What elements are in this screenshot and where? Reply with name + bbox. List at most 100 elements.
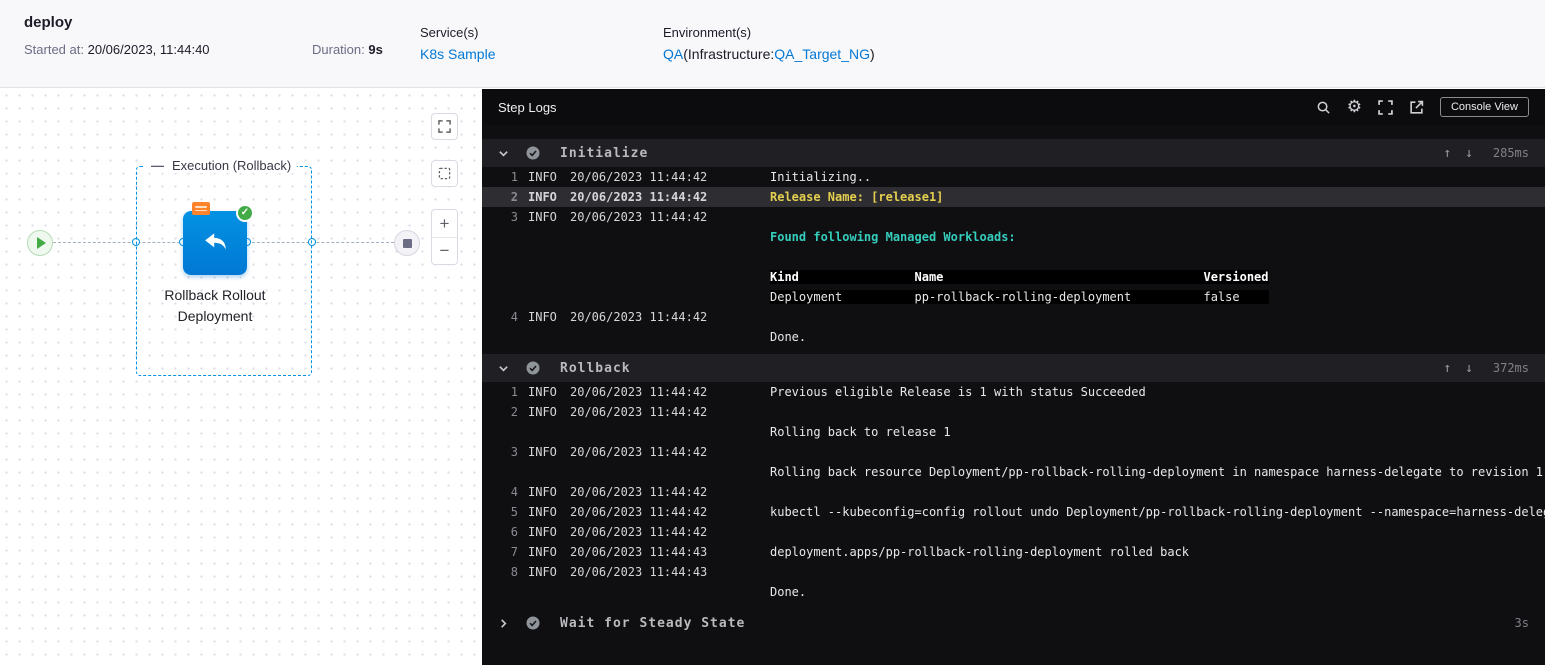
duration-value: 9s xyxy=(368,42,383,57)
log-timestamp: 20/06/2023 11:44:42 xyxy=(570,170,708,184)
log-line: Rolling back to release 1 xyxy=(482,422,1545,442)
log-line: Done. xyxy=(482,327,1545,347)
section-duration: 3s xyxy=(1514,616,1529,630)
log-level: INFO xyxy=(528,445,557,459)
scroll-to-top-icon[interactable]: ↑ xyxy=(1443,146,1451,161)
chevron-down-icon[interactable] xyxy=(498,363,512,374)
zoom-controls: + − xyxy=(431,209,458,265)
collapse-group-icon[interactable]: — xyxy=(151,158,164,173)
settings-gear-icon[interactable]: ⚙ xyxy=(1347,97,1362,117)
console-title: Step Logs xyxy=(498,99,557,115)
log-level: INFO xyxy=(528,310,557,324)
fit-to-screen-button[interactable] xyxy=(431,113,458,140)
log-line: 7 INFO 20/06/2023 11:44:43 deployment.apps/… xyxy=(482,542,1545,562)
log-line: 8 INFO 20/06/2023 11:44:43 xyxy=(482,562,1545,582)
open-in-new-icon[interactable] xyxy=(1409,100,1424,115)
search-icon[interactable] xyxy=(1316,100,1331,115)
log-level: INFO xyxy=(528,210,557,224)
zoom-out-button[interactable]: − xyxy=(432,237,457,264)
scroll-to-top-icon[interactable]: ↑ xyxy=(1443,361,1451,376)
log-timestamp: 20/06/2023 11:44:42 xyxy=(570,485,708,499)
log-timestamp: 20/06/2023 11:44:42 xyxy=(570,385,708,399)
pipeline-start-node[interactable] xyxy=(27,230,53,256)
success-check-icon xyxy=(526,146,540,160)
line-number: 2 xyxy=(510,405,518,419)
log-timestamp: 20/06/2023 11:44:42 xyxy=(570,505,708,519)
log-timestamp: 20/06/2023 11:44:43 xyxy=(570,545,708,559)
log-message: Done. xyxy=(770,330,807,344)
log-message: Found following Managed Workloads: xyxy=(770,230,1016,244)
fullscreen-icon[interactable] xyxy=(1378,99,1393,115)
log-timestamp: 20/06/2023 11:44:42 xyxy=(570,210,708,224)
step-success-badge: ✓ xyxy=(236,204,254,222)
log-section-header-wait-for-steady-state[interactable]: Wait for Steady State 3s xyxy=(482,609,1545,637)
line-number: 5 xyxy=(510,505,518,519)
service-link[interactable]: K8s Sample xyxy=(420,46,495,62)
line-number: 4 xyxy=(510,310,518,324)
log-line: Deployment pp-rollback-rolling-deploymen… xyxy=(482,287,1545,307)
console-header: Step Logs ⚙ Console View xyxy=(482,89,1545,125)
log-message: Initializing.. xyxy=(770,170,872,184)
log-section-header-rollback[interactable]: Rollback ↑ ↓ 372ms xyxy=(482,354,1545,382)
log-level: INFO xyxy=(528,545,557,559)
started-at-label: Started at: xyxy=(24,42,84,57)
console-view-button[interactable]: Console View xyxy=(1439,97,1529,117)
rollback-rollout-deployment-step[interactable]: ✓ xyxy=(183,202,254,275)
execution-header: deploy Started at: 20/06/2023, 11:44:40 … xyxy=(0,0,1545,88)
section-title: Rollback xyxy=(560,360,631,376)
log-line: 2 INFO 20/06/2023 11:44:42 xyxy=(482,402,1545,422)
section-title: Wait for Steady State xyxy=(560,615,746,631)
scroll-to-bottom-icon[interactable]: ↓ xyxy=(1465,146,1473,161)
log-line: Kind Name Versioned xyxy=(482,267,1545,287)
log-line: 5 INFO 20/06/2023 11:44:42 kubectl --kubeco… xyxy=(482,502,1545,522)
zoom-in-button[interactable]: + xyxy=(432,210,457,237)
log-section-wait-for-steady-state: Wait for Steady State 3s xyxy=(482,609,1545,637)
section-title: Initialize xyxy=(560,145,649,161)
log-level: INFO xyxy=(528,170,557,184)
started-at-value: 20/06/2023, 11:44:40 xyxy=(87,42,210,57)
log-level: INFO xyxy=(528,385,557,399)
pipeline-end-node[interactable] xyxy=(394,230,420,256)
log-scroll-area[interactable]: Initialize ↑ ↓ 285ms 1 INFO 20/06/2023 11:44:4… xyxy=(482,125,1545,637)
log-message: Done. xyxy=(770,585,807,599)
log-level: INFO xyxy=(528,565,557,579)
pipeline-execution-screen: deploy Started at: 20/06/2023, 11:44:40 … xyxy=(0,0,1545,665)
section-header-right: 3s xyxy=(1487,616,1529,630)
log-line: Rolling back resource Deployment/pp-roll… xyxy=(482,462,1545,482)
scroll-to-bottom-icon[interactable]: ↓ xyxy=(1465,361,1473,376)
log-line: 3 INFO 20/06/2023 11:44:42 xyxy=(482,207,1545,227)
selection-tool-button[interactable] xyxy=(431,160,458,187)
line-number: 1 xyxy=(510,385,518,399)
infrastructure-link[interactable]: QA_Target_NG xyxy=(774,46,870,62)
group-label[interactable]: — Execution (Rollback) xyxy=(145,158,298,173)
console-actions: ⚙ Console View xyxy=(1316,97,1529,117)
infrastructure-close-paren: ) xyxy=(869,46,875,62)
log-message: deployment.apps/pp-rollback-rolling-depl… xyxy=(770,545,1190,559)
services-block: Service(s) K8s Sample xyxy=(420,25,495,62)
success-check-icon xyxy=(526,361,540,375)
log-timestamp: 20/06/2023 11:44:42 xyxy=(570,445,708,459)
pipeline-name: deploy xyxy=(24,14,73,31)
environments-label: Environment(s) xyxy=(663,25,752,40)
log-level: INFO xyxy=(528,485,557,499)
environment-link[interactable]: QA xyxy=(663,46,683,62)
log-section-initialize: Initialize ↑ ↓ 285ms 1 INFO 20/06/2023 11:44:4… xyxy=(482,139,1545,347)
play-icon xyxy=(37,237,46,249)
chevron-right-icon[interactable] xyxy=(498,618,512,629)
log-line: Done. xyxy=(482,582,1545,602)
step-label: Rollback Rollout Deployment xyxy=(164,287,266,324)
log-section-rollback: Rollback ↑ ↓ 372ms 1 INFO 20/06/2023 11:44:42 P… xyxy=(482,354,1545,602)
log-line: 1 INFO 20/06/2023 11:44:42 Initializing.. xyxy=(482,167,1545,187)
line-number: 1 xyxy=(510,170,518,184)
pipeline-graph-canvas[interactable]: — Execution (Rollback) ✓ Rollback Rollou… xyxy=(0,89,482,665)
chevron-down-icon[interactable] xyxy=(498,148,512,159)
step-logs-console: Step Logs ⚙ Console View Initialize ↑ ↓ 285… xyxy=(482,89,1545,665)
stop-icon xyxy=(402,238,412,248)
log-message: Rolling back resource Deployment/pp-roll… xyxy=(770,465,1544,479)
success-check-icon xyxy=(526,616,540,630)
section-header-right: ↑ ↓ 372ms xyxy=(1443,361,1529,376)
group-label-text: Execution (Rollback) xyxy=(172,158,292,173)
duration-label: Duration: xyxy=(312,42,365,57)
log-section-header-initialize[interactable]: Initialize ↑ ↓ 285ms xyxy=(482,139,1545,167)
